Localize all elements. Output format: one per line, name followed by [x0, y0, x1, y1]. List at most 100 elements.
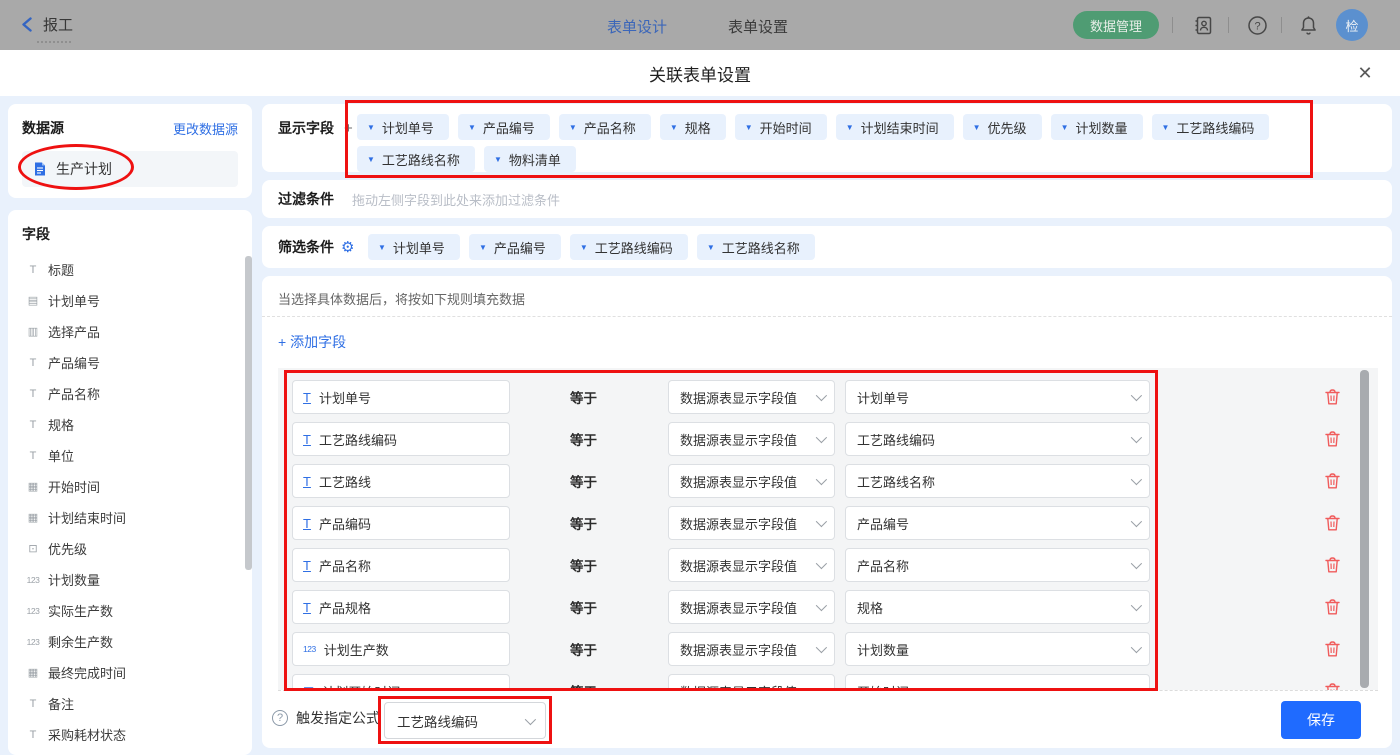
datasource-title: 数据源: [22, 118, 64, 138]
display-field-chip[interactable]: ▼优先级: [963, 114, 1042, 140]
rule-source-select[interactable]: 数据源表显示字段值: [668, 422, 835, 456]
sidebar-field-item[interactable]: 123计划数量: [22, 564, 242, 595]
trigger-formula-select[interactable]: 工艺路线编码: [384, 702, 546, 739]
rule-value-select[interactable]: 产品名称: [845, 548, 1150, 582]
delete-row-button[interactable]: [1324, 472, 1342, 490]
gear-icon[interactable]: ⚙: [341, 238, 354, 256]
chevron-down-icon: [1131, 600, 1142, 611]
sidebar-field-label: 实际生产数: [48, 601, 113, 620]
display-field-chip[interactable]: ▼计划单号: [357, 114, 449, 140]
rule-field-input[interactable]: T 工艺路线: [292, 464, 510, 498]
contacts-book-icon[interactable]: [1192, 14, 1214, 36]
delete-row-button[interactable]: [1324, 556, 1342, 574]
rule-field-input[interactable]: T产品名称: [292, 548, 510, 582]
sidebar-scrollbar[interactable]: [245, 256, 252, 570]
close-icon[interactable]: ✕: [1354, 62, 1376, 84]
display-field-chip[interactable]: ▼计划数量: [1051, 114, 1143, 140]
display-field-chip[interactable]: ▼计划结束时间: [836, 114, 954, 140]
sidebar-field-item[interactable]: T标题: [22, 254, 242, 285]
display-field-chip[interactable]: ▼物料清单: [484, 146, 576, 172]
display-field-chip[interactable]: ▼工艺路线编码: [1152, 114, 1270, 140]
rule-field-name: 计划单号: [319, 388, 371, 407]
screen-filter-chip[interactable]: ▼工艺路线编码: [570, 234, 688, 260]
sidebar-field-item[interactable]: T备注: [22, 688, 242, 719]
rule-source-value: 数据源表显示字段值: [680, 388, 797, 407]
filter-dropzone[interactable]: 拖动左侧字段到此处来添加过滤条件: [352, 180, 560, 218]
rule-value-select[interactable]: 工艺路线名称: [845, 464, 1150, 498]
divider: [1281, 17, 1282, 33]
rule-field-name: 工艺路线编码: [319, 430, 397, 449]
sidebar-field-item[interactable]: T产品编号: [22, 347, 242, 378]
delete-row-button[interactable]: [1324, 640, 1342, 658]
change-datasource-link[interactable]: 更改数据源: [173, 119, 238, 138]
rule-field-name: 工艺路线: [319, 472, 371, 491]
sidebar-field-item[interactable]: T规格: [22, 409, 242, 440]
sidebar-field-item[interactable]: T单位: [22, 440, 242, 471]
screen-filter-chip[interactable]: ▼计划单号: [368, 234, 460, 260]
sidebar-field-label: 计划结束时间: [48, 508, 126, 527]
sidebar-field-item[interactable]: ▤计划单号: [22, 285, 242, 316]
chip-label: 计划结束时间: [861, 118, 939, 137]
back-button[interactable]: 报工: [20, 14, 73, 35]
rule-source-select[interactable]: 数据源表显示字段值: [668, 632, 835, 666]
screen-filter-chip[interactable]: ▼工艺路线名称: [697, 234, 815, 260]
chevron-down-icon: [1131, 432, 1142, 443]
field-type-date-icon: ▦: [22, 511, 44, 524]
sidebar-field-item[interactable]: ▦ 计划结束时间: [22, 502, 242, 533]
rule-value-select[interactable]: 计划数量: [845, 632, 1150, 666]
rule-source-select[interactable]: 数据源表显示字段值: [668, 380, 835, 414]
delete-row-button[interactable]: [1324, 388, 1342, 406]
sidebar-field-item[interactable]: 123实际生产数: [22, 595, 242, 626]
add-display-field-button[interactable]: +: [344, 120, 353, 137]
display-field-chip[interactable]: ▼开始时间: [735, 114, 827, 140]
sidebar-field-label: 产品名称: [48, 384, 100, 403]
rule-value-select[interactable]: 开始时间: [845, 674, 1150, 690]
rule-value-select[interactable]: 产品编号: [845, 506, 1150, 540]
rule-source-select[interactable]: 数据源表显示字段值: [668, 674, 835, 690]
rule-field-input[interactable]: T产品编码: [292, 506, 510, 540]
delete-row-button[interactable]: [1324, 514, 1342, 532]
save-button[interactable]: 保存: [1281, 701, 1361, 739]
rule-source-select[interactable]: 数据源表显示字段值: [668, 464, 835, 498]
screen-filter-chip[interactable]: ▼产品编号: [469, 234, 561, 260]
delete-row-button[interactable]: [1324, 682, 1342, 690]
datasource-item[interactable]: 生产计划: [22, 151, 238, 187]
display-field-chip[interactable]: ▼产品名称: [559, 114, 651, 140]
sidebar-field-label: 标题: [48, 260, 74, 279]
delete-row-button[interactable]: [1324, 598, 1342, 616]
display-field-chip[interactable]: ▼工艺路线名称: [357, 146, 475, 172]
notification-bell-icon[interactable]: [1297, 14, 1319, 36]
rule-value-select[interactable]: 计划单号: [845, 380, 1150, 414]
rule-field-input[interactable]: T计划单号: [292, 380, 510, 414]
delete-row-button[interactable]: [1324, 430, 1342, 448]
rule-field-input[interactable]: ▦计划开始时间: [292, 674, 510, 690]
sidebar-field-item[interactable]: T产品名称: [22, 378, 242, 409]
divider: [1172, 17, 1173, 33]
display-field-chip[interactable]: ▼产品编号: [458, 114, 550, 140]
avatar[interactable]: 检: [1336, 9, 1368, 41]
tab-form-settings[interactable]: 表单设置: [728, 16, 788, 37]
chip-label: 开始时间: [760, 118, 812, 137]
rule-field-input[interactable]: T工艺路线编码: [292, 422, 510, 456]
sidebar-field-item[interactable]: ▦最终完成时间: [22, 657, 242, 688]
sidebar-field-item[interactable]: T采购耗材状态: [22, 719, 242, 750]
rule-source-select[interactable]: 数据源表显示字段值: [668, 590, 835, 624]
rule-field-input[interactable]: 123计划生产数: [292, 632, 510, 666]
sidebar-field-item[interactable]: ⊡优先级: [22, 533, 242, 564]
data-manage-button[interactable]: 数据管理: [1073, 11, 1159, 39]
rule-source-value: 数据源表显示字段值: [680, 598, 797, 617]
rule-source-select[interactable]: 数据源表显示字段值: [668, 548, 835, 582]
chevron-down-icon: ▼: [1162, 123, 1170, 132]
rule-value-select[interactable]: 工艺路线编码: [845, 422, 1150, 456]
help-icon[interactable]: ?: [1246, 14, 1268, 36]
rule-source-select[interactable]: 数据源表显示字段值: [668, 506, 835, 540]
tab-form-design[interactable]: 表单设计: [607, 16, 667, 37]
sidebar-field-item[interactable]: 123剩余生产数: [22, 626, 242, 657]
add-field-button[interactable]: + 添加字段: [278, 332, 346, 352]
sidebar-field-item[interactable]: ▥选择产品: [22, 316, 242, 347]
sidebar-field-item[interactable]: ▦开始时间: [22, 471, 242, 502]
rule-field-input[interactable]: T产品规格: [292, 590, 510, 624]
display-field-chip[interactable]: ▼规格: [660, 114, 726, 140]
rule-value-select[interactable]: 规格: [845, 590, 1150, 624]
field-type-text-icon: T: [303, 474, 311, 489]
